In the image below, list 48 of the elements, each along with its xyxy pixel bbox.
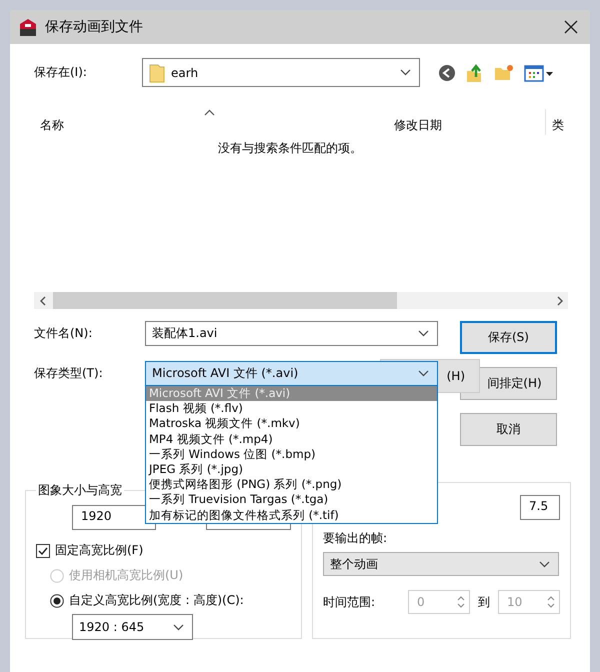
radio-button[interactable] [50, 594, 64, 608]
dropdown-option[interactable]: 便携式网络图形 (PNG) 系列 (*.png) [146, 477, 437, 492]
output-frames-dropdown[interactable]: 整个动画 [323, 552, 559, 576]
chevron-down-icon [418, 370, 429, 377]
chevron-down-icon [400, 69, 411, 76]
group-title: 图象大小与高宽 [37, 482, 123, 499]
to-label: 到 [478, 594, 490, 610]
file-name-label: 文件名(N): [34, 325, 94, 342]
fps-field[interactable]: 7.5 [520, 495, 560, 520]
output-frames-label: 要输出的帧: [323, 530, 388, 547]
back-icon[interactable] [438, 64, 456, 82]
dropdown-option[interactable]: MP4 视频文件 (*.mp4) [146, 432, 437, 447]
file-name-field[interactable]: 装配体1.avi [145, 321, 438, 346]
save-type-dropdown[interactable]: Microsoft AVI 文件 (*.avi) [145, 361, 438, 386]
scroll-left-icon[interactable] [40, 296, 46, 306]
scroll-right-icon[interactable] [556, 296, 562, 306]
dropdown-option[interactable]: 一系列 Windows 位图 (*.bmp) [146, 446, 437, 462]
up-folder-icon[interactable] [466, 62, 484, 82]
checkbox[interactable] [36, 544, 50, 558]
close-icon[interactable] [564, 20, 578, 34]
time-range-label: 时间范围: [323, 594, 376, 610]
column-header[interactable]: 类 [545, 109, 568, 135]
empty-message: 没有与搜索条件匹配的项。 [218, 141, 362, 155]
dropdown-option[interactable]: Matroska 视频文件 (*.mkv) [146, 416, 437, 432]
folder-icon [149, 62, 165, 82]
radio-label: 自定义高宽比例(宽度 : 高度)(C): [69, 592, 244, 609]
chevron-down-icon [173, 624, 184, 630]
checkbox-label: 固定高宽比例(F) [55, 542, 144, 559]
dialog-button[interactable]: 保存(S) [460, 321, 557, 354]
aspect-dropdown[interactable]: 1920 : 645 [72, 614, 193, 640]
new-folder-icon[interactable] [494, 64, 514, 81]
save-in-dropdown[interactable]: earh [142, 58, 420, 87]
sort-caret-icon [204, 109, 215, 116]
save-type-label: 保存类型(T): [34, 365, 104, 382]
window-title: 保存动画到文件 [45, 18, 144, 36]
app-icon [19, 18, 37, 36]
radio-label: 使用相机高宽比例(U) [69, 567, 184, 584]
dropdown-option[interactable]: Flash 视频 (*.flv) [146, 401, 437, 416]
view-menu-icon[interactable] [524, 64, 554, 82]
scrollbar-thumb[interactable] [53, 292, 397, 309]
chevron-down-icon [539, 560, 550, 568]
chevron-down-icon [418, 330, 429, 337]
dropdown-option[interactable]: 一系列 Truevision Targas (*.tga) [146, 492, 437, 508]
dropdown-option[interactable]: JPEG 系列 (*.jpg) [146, 462, 437, 478]
dialog-button[interactable]: 取消 [460, 413, 557, 446]
column-header[interactable]: 修改日期 [388, 109, 545, 135]
save-in-label: 保存在(I): [34, 64, 88, 81]
column-header[interactable]: 名称 [34, 109, 388, 135]
